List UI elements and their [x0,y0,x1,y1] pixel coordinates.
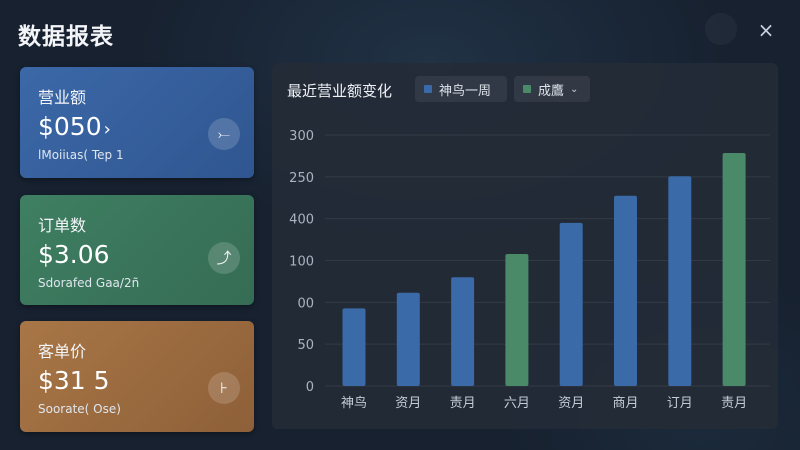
x-tick-label: 资月 [395,396,421,411]
bar[interactable] [396,292,420,386]
y-tick-label: 50 [297,338,314,353]
y-tick-label: 00 [297,296,314,311]
x-tick-label: 订月 [667,396,693,411]
bar[interactable] [722,153,746,386]
bar[interactable] [342,308,366,386]
bar-chart: 300 250 400 100 00 50 0 神鸟 资月 责月 六月 资月 商月 订月 责月 [289,129,770,411]
y-tick-label: 100 [289,255,314,270]
y-tick-label: 0 [306,380,314,395]
bar[interactable] [451,277,475,386]
bar[interactable] [505,253,529,386]
bar[interactable] [614,195,637,386]
x-tick-label: 六月 [504,396,530,411]
y-tick-label: 400 [289,213,314,228]
x-tick-label: 责月 [721,396,747,411]
y-tick-label: 250 [289,171,314,186]
x-tick-label: 神鸟 [341,395,367,411]
x-tick-label: 资月 [558,396,584,411]
x-tick-label: 商月 [612,396,638,411]
y-tick-label: 300 [289,129,314,144]
x-tick-label: 责月 [450,396,476,411]
bar[interactable] [559,222,583,386]
bar[interactable] [668,176,692,386]
